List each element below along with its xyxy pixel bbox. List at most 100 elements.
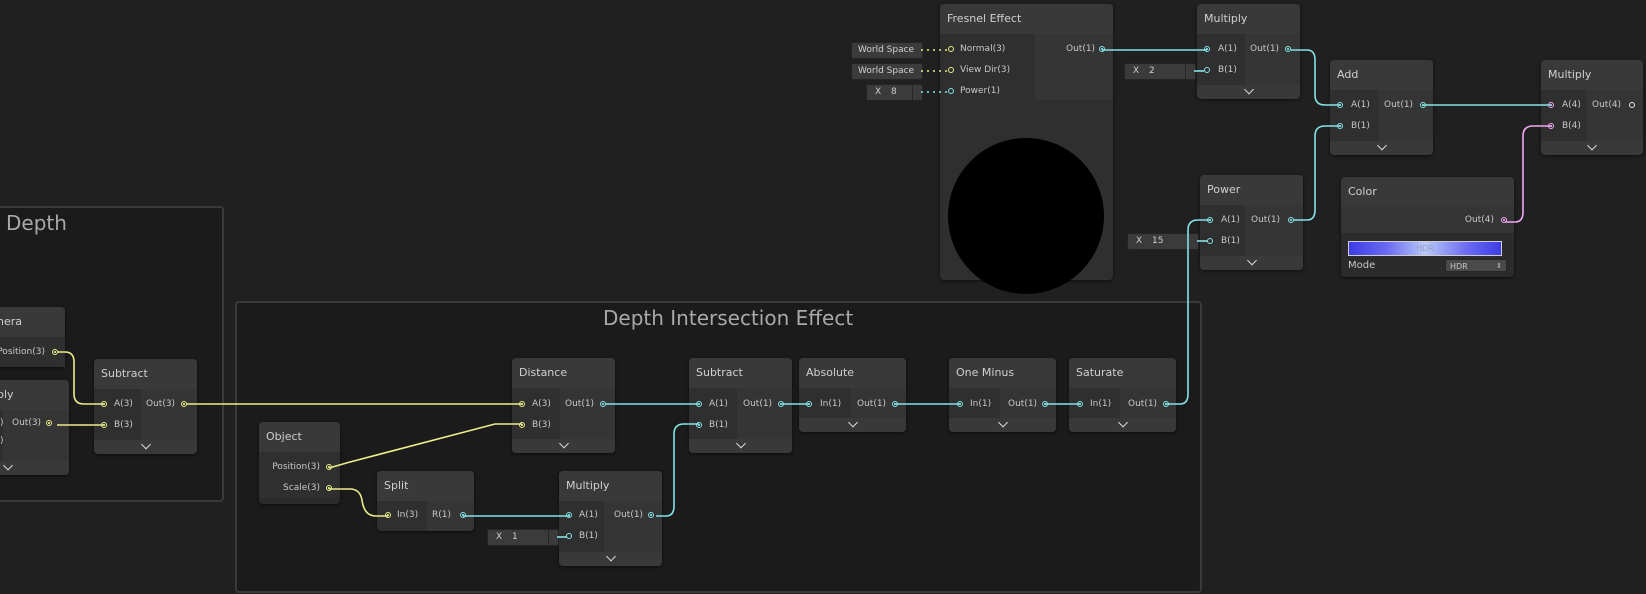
port-dot[interactable] <box>600 401 606 407</box>
port-dot[interactable] <box>1337 102 1343 108</box>
port-dot[interactable] <box>806 401 812 407</box>
input-port-a[interactable]: A(1) <box>1200 213 1245 227</box>
input-port-a[interactable]: A(1) <box>1330 98 1378 112</box>
expand-toggle[interactable] <box>689 438 792 453</box>
input-port-b[interactable]: B(3) <box>94 418 142 432</box>
input-port-normal[interactable]: Normal(3) <box>940 42 1035 56</box>
add-node[interactable]: Add A(1) B(1) Out(1) <box>1330 60 1433 155</box>
port-dot[interactable] <box>778 401 784 407</box>
port-dot[interactable] <box>1501 217 1507 223</box>
input-port-b[interactable]: B(1) <box>1200 234 1245 248</box>
expand-toggle[interactable] <box>1197 84 1300 99</box>
port-dot[interactable] <box>566 512 572 518</box>
power-b-value-field[interactable]: X 15 <box>1127 233 1199 250</box>
fresnel-preview-sphere[interactable] <box>948 138 1104 294</box>
port-dot[interactable] <box>181 401 187 407</box>
hdr-color-swatch[interactable]: HDR <box>1348 241 1502 256</box>
output-port-position[interactable]: Position(3) <box>0 345 65 359</box>
port-dot[interactable] <box>326 485 332 491</box>
multiply-node-right[interactable]: Multiply A(4) B(4) Out(4) <box>1541 60 1643 155</box>
port-dot[interactable] <box>948 46 954 52</box>
port-dot[interactable] <box>1042 401 1048 407</box>
input-port-b[interactable]: B(1) <box>1330 119 1378 133</box>
port-dot[interactable] <box>1420 102 1426 108</box>
output-port-out[interactable]: Out(1) <box>1245 42 1300 56</box>
camera-node[interactable]: nera Position(3) <box>0 307 65 367</box>
port-dot[interactable] <box>1288 217 1294 223</box>
port-dot[interactable] <box>948 88 954 94</box>
mode-dropdown[interactable]: HDR ⇕ <box>1445 259 1507 272</box>
output-port-out[interactable]: Out(1) <box>1120 397 1176 411</box>
port-dot[interactable] <box>519 401 525 407</box>
port-dot[interactable] <box>519 422 525 428</box>
output-port-out[interactable]: Out(1) <box>604 508 662 522</box>
output-port-position[interactable]: Position(3) <box>259 460 340 474</box>
input-port-in[interactable]: In(1) <box>799 397 850 411</box>
fresnel-viewdir-space-field[interactable]: World Space <box>851 63 923 80</box>
input-port-b[interactable]: B(1) <box>1197 63 1245 77</box>
input-port-b[interactable]: ) <box>0 434 4 448</box>
one-minus-node[interactable]: One Minus In(1) Out(1) <box>949 358 1056 432</box>
input-port-view-dir[interactable]: View Dir(3) <box>940 63 1035 77</box>
expand-toggle[interactable] <box>1200 255 1303 270</box>
output-port-out[interactable]: Out(1) <box>1378 98 1433 112</box>
shader-graph-canvas[interactable]: n Depth Depth Intersection Effect nera P… <box>0 0 1646 594</box>
expand-toggle[interactable] <box>949 417 1056 432</box>
power-node[interactable]: Power A(1) B(1) Out(1) <box>1200 175 1303 270</box>
output-port-out[interactable]: Out(1) <box>737 397 792 411</box>
expand-toggle[interactable] <box>1330 140 1433 155</box>
subtract-node-mid[interactable]: Subtract A(1) B(1) Out(1) <box>689 358 792 453</box>
port-dot[interactable] <box>1163 401 1169 407</box>
port-dot[interactable] <box>1204 46 1210 52</box>
input-port-power[interactable]: Power(1) <box>940 84 1035 98</box>
input-port-a[interactable]: A(1) <box>559 508 604 522</box>
port-dot[interactable] <box>1077 401 1083 407</box>
fresnel-effect-node[interactable]: Fresnel Effect Normal(3) View Dir(3) Pow… <box>940 4 1113 294</box>
output-port-out[interactable]: Out(1) <box>560 397 615 411</box>
input-port-a[interactable]: A(4) <box>1541 98 1586 112</box>
port-dot[interactable] <box>101 422 107 428</box>
fresnel-power-value-field[interactable]: X 8 <box>866 84 923 101</box>
input-port-b[interactable]: B(3) <box>512 418 560 432</box>
port-dot[interactable] <box>385 512 391 518</box>
port-dot[interactable] <box>1207 238 1213 244</box>
input-port-b[interactable]: B(1) <box>559 529 604 543</box>
port-dot[interactable] <box>696 422 702 428</box>
port-dot[interactable] <box>1204 67 1210 73</box>
port-dot[interactable] <box>1548 123 1554 129</box>
port-dot[interactable] <box>46 420 52 426</box>
fresnel-normal-space-field[interactable]: World Space <box>851 42 923 59</box>
port-dot[interactable] <box>52 349 58 355</box>
multiply-b-value-field[interactable]: X 2 <box>1124 63 1196 80</box>
port-dot[interactable] <box>957 401 963 407</box>
expand-toggle[interactable] <box>799 417 906 432</box>
input-port-a[interactable]: A(1) <box>689 397 737 411</box>
port-dot[interactable] <box>892 401 898 407</box>
multiply-node-top[interactable]: Multiply A(1) B(1) Out(1) <box>1197 4 1300 99</box>
port-dot[interactable] <box>1099 46 1105 52</box>
expand-toggle[interactable] <box>512 438 615 453</box>
port-dot[interactable] <box>696 401 702 407</box>
port-dot[interactable] <box>1548 102 1554 108</box>
port-dot[interactable] <box>1207 217 1213 223</box>
port-dot[interactable] <box>101 401 107 407</box>
output-port-out[interactable]: Out(1) <box>1000 397 1056 411</box>
input-port-a[interactable]: A(1) <box>1197 42 1245 56</box>
input-port-b[interactable]: B(4) <box>1541 119 1586 133</box>
expand-toggle[interactable] <box>94 439 197 454</box>
port-dot[interactable] <box>648 512 654 518</box>
input-port-a[interactable]: A(3) <box>512 397 560 411</box>
input-port-in[interactable]: In(1) <box>949 397 1000 411</box>
port-dot[interactable] <box>1285 46 1291 52</box>
output-port-out[interactable]: Out(1) <box>850 397 906 411</box>
port-dot[interactable] <box>566 533 572 539</box>
input-port-a[interactable]: A(3) <box>94 397 142 411</box>
object-node[interactable]: Object Position(3) Scale(3) <box>259 422 340 504</box>
input-port-a[interactable]: ) <box>0 416 4 430</box>
output-port-out[interactable]: Out(1) <box>1035 42 1113 56</box>
subtract-node-left[interactable]: Subtract A(3) B(3) Out(3) <box>94 359 197 454</box>
saturate-node[interactable]: Saturate In(1) Out(1) <box>1069 358 1176 432</box>
output-port-out[interactable]: Out(1) <box>1245 213 1303 227</box>
distance-node[interactable]: Distance A(3) B(3) Out(1) <box>512 358 615 453</box>
output-port-out[interactable]: Out(4) <box>1341 213 1514 227</box>
